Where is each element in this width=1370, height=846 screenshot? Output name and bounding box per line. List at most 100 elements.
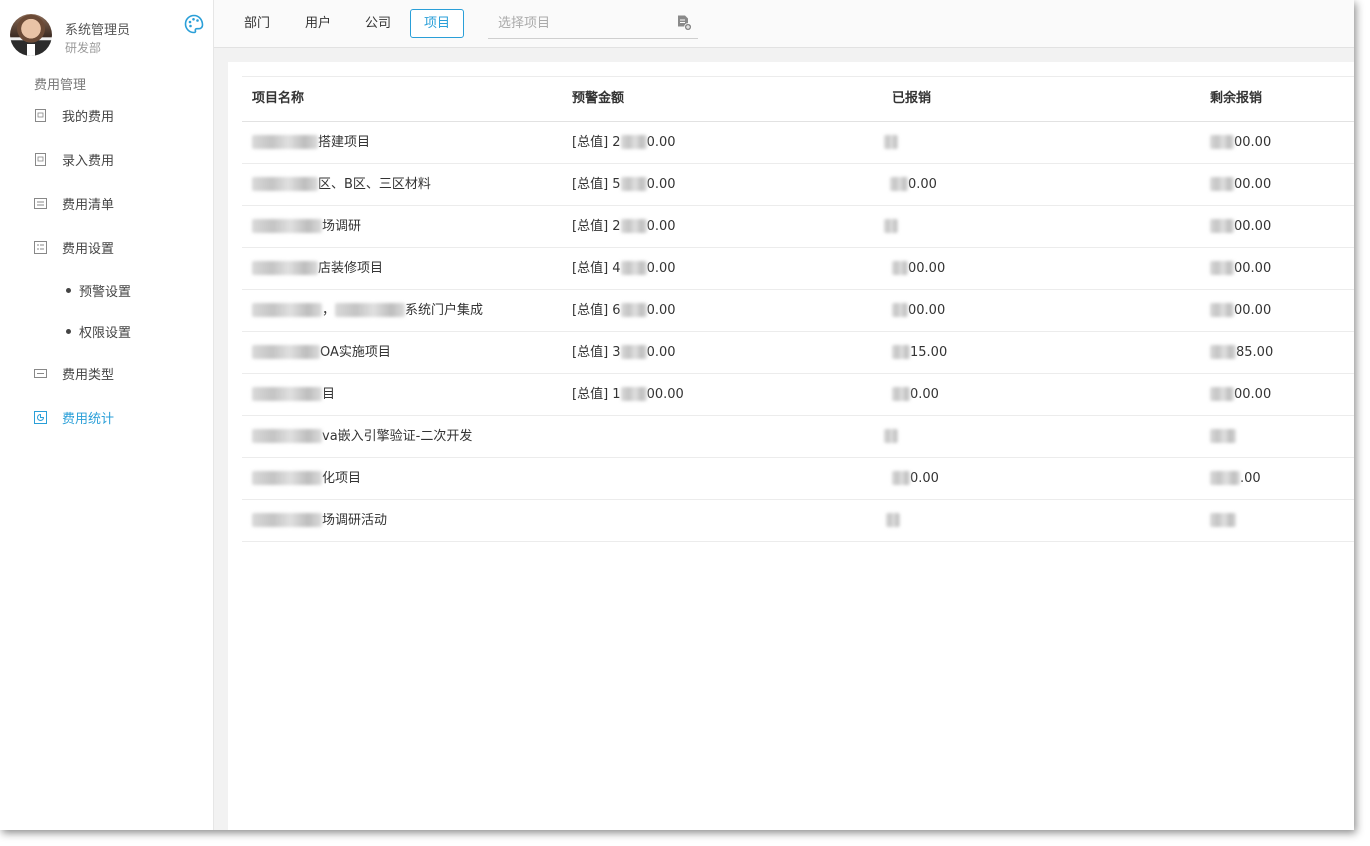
- cell-remaining: 00.00: [1210, 248, 1271, 290]
- top-toolbar: 部门 用户 公司 项目: [214, 0, 1354, 48]
- cell-text: 00.00: [908, 261, 946, 276]
- cell-text: 00.00: [1234, 219, 1272, 234]
- cell-text: OA实施项目: [320, 345, 391, 360]
- table-row[interactable]: 区、B区、三区材料 [总值] 5 0.00 0.00 00.00: [242, 164, 1354, 206]
- cell-text: 0.00: [646, 177, 676, 192]
- cell-warning-amount: [总值] 1 00.00: [572, 374, 684, 416]
- cell-text: 00.00: [646, 387, 684, 402]
- cell-project-name: 化项目: [252, 458, 361, 500]
- table-row[interactable]: 化项目 0.00 .00: [242, 458, 1354, 500]
- cell-remaining: 00.00: [1210, 206, 1271, 248]
- cell-warning-amount: [总值] 4 0.00: [572, 248, 676, 290]
- cell-text: 场调研活动: [322, 513, 388, 528]
- cell-text: 00.00: [1234, 177, 1272, 192]
- cell-text: 00.00: [908, 303, 946, 318]
- document-add-icon[interactable]: [677, 15, 692, 31]
- sidebar-subitem-warning-settings[interactable]: 预警设置: [0, 270, 213, 310]
- cell-text: 化项目: [322, 471, 362, 486]
- column-header-remaining[interactable]: 剩余报销: [1210, 77, 1262, 121]
- doc-icon: [35, 152, 46, 166]
- project-select[interactable]: [488, 8, 698, 39]
- sidebar-subitem-permission-settings[interactable]: 权限设置: [0, 311, 213, 351]
- tab-user[interactable]: 用户: [291, 9, 345, 38]
- sidebar-item-expense-list[interactable]: 费用清单: [0, 181, 213, 225]
- column-header-reimbursed[interactable]: 已报销: [892, 77, 931, 121]
- tab-project[interactable]: 项目: [410, 9, 465, 38]
- cell-remaining: [1210, 416, 1236, 458]
- cell-project-name: 店装修项目: [252, 248, 383, 290]
- cell-remaining: 00.00: [1210, 290, 1271, 332]
- sidebar-item-label: 录入费用: [62, 153, 115, 169]
- cell-text: 0.00: [910, 387, 939, 402]
- sidebar-item-label: 费用统计: [62, 411, 115, 427]
- cell-reimbursed: [884, 416, 898, 458]
- cell-project-name: 场调研: [252, 206, 361, 248]
- bullet-icon: [66, 287, 71, 293]
- cell-text: [总值] 2: [572, 135, 621, 150]
- sidebar-item-my-expenses[interactable]: 我的费用: [0, 93, 213, 137]
- cell-text: 店装修项目: [318, 261, 384, 276]
- sidebar-item-expense-types[interactable]: 费用类型: [0, 351, 213, 395]
- avatar[interactable]: [10, 14, 52, 56]
- project-statistics-table: 项目名称 预警金额 已报销 剩余报销 搭建项目 [总值] 2 0.00 00.00…: [242, 76, 1354, 542]
- sidebar-item-expense-statistics[interactable]: 费用统计: [0, 395, 213, 439]
- cell-remaining: .00: [1210, 458, 1261, 500]
- cell-remaining: [1210, 500, 1236, 542]
- project-select-input[interactable]: [488, 8, 668, 38]
- table-row[interactable]: va嵌入引擎验证-二次开发: [242, 416, 1354, 458]
- cell-text: 0.00: [646, 219, 676, 234]
- sidebar-subitem-label: 预警设置: [79, 284, 132, 300]
- table-row[interactable]: 场调研 [总值] 2 0.00 00.00: [242, 206, 1354, 248]
- cell-text: 00.00: [1234, 303, 1272, 318]
- cell-warning-amount: [总值] 2 0.00: [572, 122, 676, 164]
- sidebar-item-label: 我的费用: [62, 109, 115, 125]
- cell-text: 0.00: [910, 471, 939, 486]
- cell-project-name: OA实施项目: [252, 332, 391, 374]
- tab-company[interactable]: 公司: [351, 9, 405, 38]
- cell-text: 0.00: [646, 135, 676, 150]
- cell-reimbursed: 00.00: [892, 290, 945, 332]
- cell-reimbursed: 0.00: [892, 374, 939, 416]
- cell-text: 00.00: [1234, 135, 1272, 150]
- cell-text: va嵌入引擎验证-二次开发: [322, 429, 473, 444]
- chart-icon: [34, 410, 47, 424]
- table-row[interactable]: ， 系统门户集成 [总值] 6 0.00 00.00 00.00: [242, 290, 1354, 332]
- cell-text: [总值] 6: [572, 303, 621, 318]
- palette-icon[interactable]: [184, 14, 204, 34]
- cell-reimbursed: [884, 206, 898, 248]
- table-row[interactable]: OA实施项目 [总值] 3 0.00 15.00 85.00: [242, 332, 1354, 374]
- sidebar-item-expense-settings[interactable]: 费用设置: [0, 225, 213, 269]
- cell-text: 0.00: [646, 303, 676, 318]
- sidebar-item-enter-expense[interactable]: 录入费用: [0, 137, 213, 181]
- cell-text: [总值] 3: [572, 345, 621, 360]
- cell-remaining: 85.00: [1210, 332, 1273, 374]
- app-window: 系统管理员 研发部 费用管理 我的费用 录入费用 费用清单 费用设置 预警设置 …: [0, 0, 1354, 830]
- sidebar-section-title: 费用管理: [34, 78, 87, 93]
- cell-warning-amount: [总值] 3 0.00: [572, 332, 676, 374]
- cell-reimbursed: 0.00: [890, 164, 937, 206]
- column-header-project-name[interactable]: 项目名称: [252, 77, 304, 121]
- cell-text: .00: [1240, 471, 1261, 486]
- column-header-warning-amount[interactable]: 预警金额: [572, 77, 624, 121]
- user-department: 研发部: [65, 41, 102, 55]
- cell-project-name: 区、B区、三区材料: [252, 164, 431, 206]
- cell-text: 0.00: [908, 177, 937, 192]
- cell-reimbursed: 00.00: [892, 248, 945, 290]
- cell-text: 场调研: [322, 219, 362, 234]
- sidebar-item-label: 费用设置: [62, 241, 115, 257]
- tab-department[interactable]: 部门: [230, 9, 284, 38]
- cell-text: 0.00: [646, 345, 676, 360]
- cell-text: [总值] 2: [572, 219, 621, 234]
- cell-text: 00.00: [1234, 387, 1272, 402]
- cell-text: 区、B区、三区材料: [318, 177, 431, 192]
- cell-text: ，: [322, 303, 336, 318]
- table-row[interactable]: 店装修项目 [总值] 4 0.00 00.00 00.00: [242, 248, 1354, 290]
- cell-project-name: 场调研活动: [252, 500, 387, 542]
- cell-reimbursed: 0.00: [892, 458, 939, 500]
- cell-text: 系统门户集成: [405, 303, 484, 318]
- cell-remaining: 00.00: [1210, 122, 1271, 164]
- table-row[interactable]: 场调研活动: [242, 500, 1354, 542]
- table-row[interactable]: 搭建项目 [总值] 2 0.00 00.00: [242, 122, 1354, 164]
- sidebar-subitem-label: 权限设置: [79, 325, 132, 341]
- table-row[interactable]: 目 [总值] 1 00.00 0.00 00.00: [242, 374, 1354, 416]
